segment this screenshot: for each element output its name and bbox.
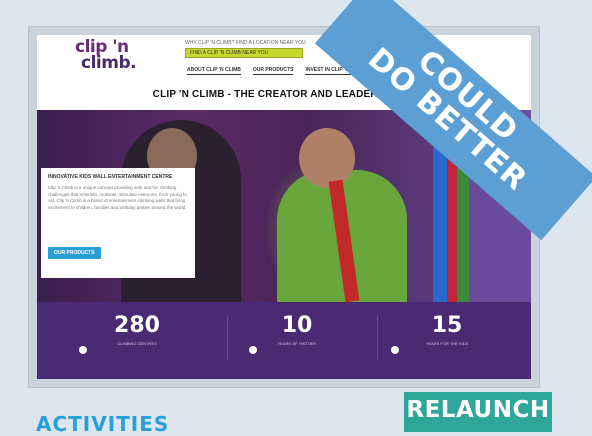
section-heading: ACTIVITIES bbox=[36, 412, 170, 436]
stat-kids: 15 YEARS FOR THE KIDS bbox=[387, 313, 507, 347]
stat-divider bbox=[377, 316, 378, 360]
nav-item-about[interactable]: ABOUT CLIP 'N CLIMB bbox=[187, 67, 241, 75]
logo-line-2: climb. bbox=[81, 53, 137, 73]
main-nav: ABOUT CLIP 'N CLIMB OUR PRODUCTS INVEST … bbox=[187, 67, 366, 75]
intro-card-title: INNOVATIVE KIDS WALL ENTERTAINMENT CENTR… bbox=[48, 174, 173, 180]
stat-label: YEARS FOR THE KIDS bbox=[425, 341, 469, 346]
stat-label: CLIMBING CENTRES bbox=[117, 341, 157, 346]
stat-icon bbox=[391, 346, 399, 354]
relaunch-badge: RELAUNCH bbox=[404, 392, 552, 432]
intro-card-body: Clip 'n Climb is a unique concept provid… bbox=[48, 185, 187, 210]
intro-card: INNOVATIVE KIDS WALL ENTERTAINMENT CENTR… bbox=[41, 168, 195, 278]
instructor-head bbox=[299, 128, 355, 188]
our-products-button[interactable]: OUR PRODUCTS bbox=[48, 247, 101, 259]
stat-value: 10 bbox=[281, 313, 313, 338]
stat-divider bbox=[227, 316, 228, 360]
stat-centres: 280 CLIMBING CENTRES bbox=[77, 313, 197, 347]
nav-item-products[interactable]: OUR PRODUCTS bbox=[252, 67, 294, 75]
stats-bar: 280 CLIMBING CENTRES 10 YEARS OF HISTORY… bbox=[37, 302, 531, 379]
stat-years: 10 YEARS OF HISTORY bbox=[237, 313, 357, 347]
stat-value: 15 bbox=[431, 313, 463, 338]
clip-n-climb-logo[interactable]: clip 'n climb. bbox=[75, 39, 147, 75]
stat-value: 280 bbox=[114, 313, 160, 338]
stat-label: YEARS OF HISTORY bbox=[277, 341, 317, 346]
stat-icon bbox=[79, 346, 87, 354]
location-search-bar[interactable]: FIND A CLIP 'N CLIMB NEAR YOU bbox=[185, 48, 303, 58]
stat-icon bbox=[249, 346, 257, 354]
